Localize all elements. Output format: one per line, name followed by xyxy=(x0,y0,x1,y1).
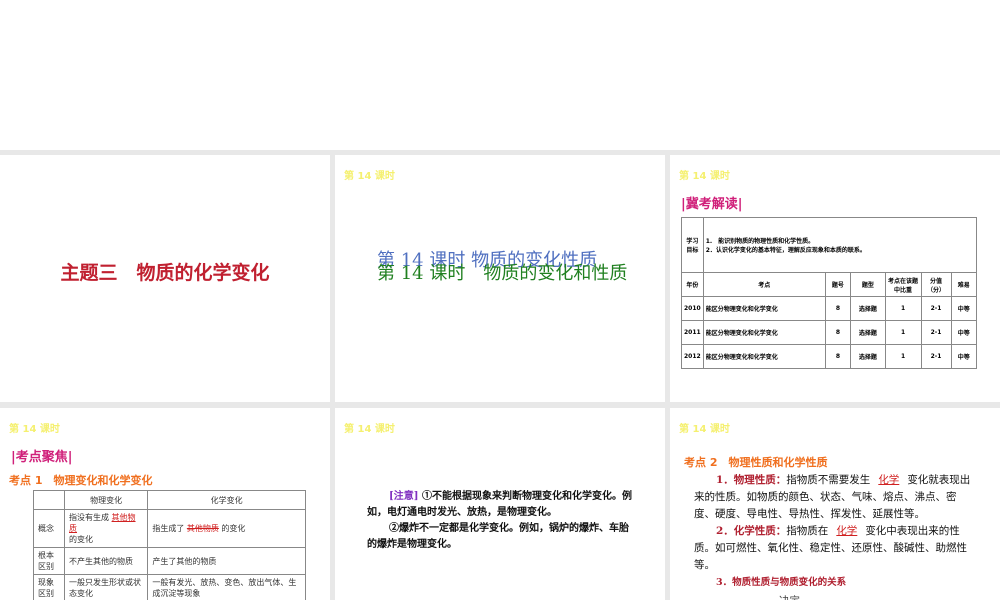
text: 指物质不需要发生 xyxy=(786,474,871,486)
answer-fill: 化学 xyxy=(836,525,858,537)
row-label: 根本区别 xyxy=(33,547,65,575)
slide-1[interactable]: 主题三 物质的化学变化 xyxy=(0,155,330,402)
table-row: 根本区别 不产生其他的物质 产生了其他的物质 xyxy=(33,547,306,575)
answer-fill: 其他物质 xyxy=(186,524,219,533)
col-header: 年份 xyxy=(681,272,704,297)
cell: 中等 xyxy=(950,320,978,345)
goal-1: 1. 能识别物质的物理性质和化学性质。 xyxy=(705,238,815,245)
label: 2．化学性质： xyxy=(716,525,787,537)
cell: 能区分物理变化和化学变化 xyxy=(702,296,826,321)
cell: 1 xyxy=(884,320,922,345)
col-header: 题型 xyxy=(850,272,886,297)
cell: 不产生其他的物质 xyxy=(63,547,149,575)
cell-text: 指没有生成 xyxy=(69,513,109,522)
cell: 能区分物理变化和化学变化 xyxy=(702,320,826,345)
col-header: 考点在该题中比重 xyxy=(884,272,922,297)
diagram-label: 决定 xyxy=(694,593,972,600)
cell: 2-1 xyxy=(920,320,952,345)
slide-4[interactable]: 第 14 课时 |考点聚焦| 考点 1 物理变化和化学变化 物理变化 化学变化 概… xyxy=(0,408,330,600)
cell-text: 的变化 xyxy=(69,535,93,544)
slide-title: 第 14 课时 物质的变化和性质 xyxy=(377,263,628,284)
cell: 产生了其他的物质 xyxy=(147,547,306,575)
cell: 8 xyxy=(824,320,852,345)
answer-fill: 化学 xyxy=(878,474,900,486)
table-row: 2011 能区分物理变化和化学变化 8 选择题 1 2-1 中等 xyxy=(681,320,978,345)
cell: 中等 xyxy=(950,344,978,369)
cell: 选择题 xyxy=(850,344,886,369)
table-row: 现象区别 一般只发生形状或状态变化 一般有发光、放热、变色、放出气体、生成沉淀等现象 xyxy=(33,574,306,600)
goal-2: 2．认识化学变化的基本特征，理解反应现象和本质的联系。 xyxy=(705,247,866,254)
slide-5[interactable]: 第 14 课时 [注意] ①不能根据现象来判断物理变化和化学变化。例如，电灯通电… xyxy=(335,408,665,600)
cell: 2011 xyxy=(681,320,704,345)
row-label: 现象区别 xyxy=(33,574,65,600)
note-label: [注意] xyxy=(389,491,419,502)
cell: 一般有发光、放热、变色、放出气体、生成沉淀等现象 xyxy=(147,574,306,600)
cell: 2010 xyxy=(681,296,704,321)
cell: 中等 xyxy=(950,296,978,321)
label: 1．物理性质： xyxy=(716,474,787,486)
cell: 1 xyxy=(884,296,922,321)
table-row: 概念 指没有生成 其他物质 的变化 指生成了 其他物质 的变化 xyxy=(33,509,306,548)
col-header: 难易 xyxy=(950,272,978,297)
table-row: 2012 能区分物理变化和化学变化 8 选择题 1 2-1 中等 xyxy=(681,344,978,369)
col-header: 物理变化 xyxy=(63,490,149,510)
lesson-tag: 第 14 课时 xyxy=(679,424,730,435)
slide-title: 主题三 物质的化学变化 xyxy=(60,262,270,284)
cell: 能区分物理变化和化学变化 xyxy=(702,344,826,369)
cell: 8 xyxy=(824,344,852,369)
cell-text: 的变化 xyxy=(221,524,246,533)
cell: 选择题 xyxy=(850,296,886,321)
lesson-tag: 第 14 课时 xyxy=(9,424,60,435)
col-header: 题号 xyxy=(824,272,852,297)
cell: 2012 xyxy=(681,344,704,369)
kaodian-heading: 考点 1 物理变化和化学变化 xyxy=(9,474,153,487)
kaodian-heading: 考点 2 物理性质和化学性质 xyxy=(684,456,828,469)
text: 指物质在 xyxy=(786,525,829,537)
properties-text: 1．物理性质：指物质不需要发生 化学 变化就表现出来的性质。如物质的颜色、状态、气味… xyxy=(694,472,972,600)
row-label: 概念 xyxy=(33,509,65,548)
lesson-tag: 第 14 课时 xyxy=(344,171,395,182)
note-2: ②爆炸不一定都是化学变化。例如，锅炉的爆炸、车胎的爆炸是物理变化。 xyxy=(367,523,629,550)
cell-text: 指生成了 xyxy=(152,524,185,533)
slide-6[interactable]: 第 14 课时 考点 2 物理性质和化学性质 1．物理性质：指物质不需要发生 化学… xyxy=(670,408,1000,600)
section-header: |冀考解读| xyxy=(681,197,743,212)
cell: 2-1 xyxy=(920,296,952,321)
cell: 1 xyxy=(884,344,922,369)
cell: 8 xyxy=(824,296,852,321)
table-row: 2010 能区分物理变化和化学变化 8 选择题 1 2-1 中等 xyxy=(681,296,978,321)
exam-table: 学习目标 1. 能识别物质的物理性质和化学性质。 2．认识化学变化的基本特征，理解… xyxy=(681,217,978,369)
lesson-tag: 第 14 课时 xyxy=(344,424,395,435)
cell: 2-1 xyxy=(920,344,952,369)
note-text: [注意] ①不能根据现象来判断物理变化和化学变化。例如，电灯通电时发光、放热，是… xyxy=(367,489,635,553)
col-header: 化学变化 xyxy=(147,490,306,510)
slide-3[interactable]: 第 14 课时 |冀考解读| 学习目标 1. 能识别物质的物理性质和化学性质。 2… xyxy=(670,155,1000,402)
col-header: 考点 xyxy=(702,272,826,297)
goal-label: 学习目标 xyxy=(681,217,704,273)
subheading: 3．物质性质与物质变化的关系 xyxy=(716,577,847,588)
comparison-table: 物理变化 化学变化 概念 指没有生成 其他物质 的变化 指生成了 其他物质 的变化 … xyxy=(33,490,306,600)
cell: 选择题 xyxy=(850,320,886,345)
col-header: 分值（分） xyxy=(920,272,952,297)
section-header: |考点聚焦| xyxy=(11,450,73,465)
lesson-tag: 第 14 课时 xyxy=(679,171,730,182)
cell: 一般只发生形状或状态变化 xyxy=(63,574,149,600)
slide-2[interactable]: 第 14 课时 第 14 课时 物质的变化性质 第 14 课时 物质的变化和性质 xyxy=(335,155,665,402)
